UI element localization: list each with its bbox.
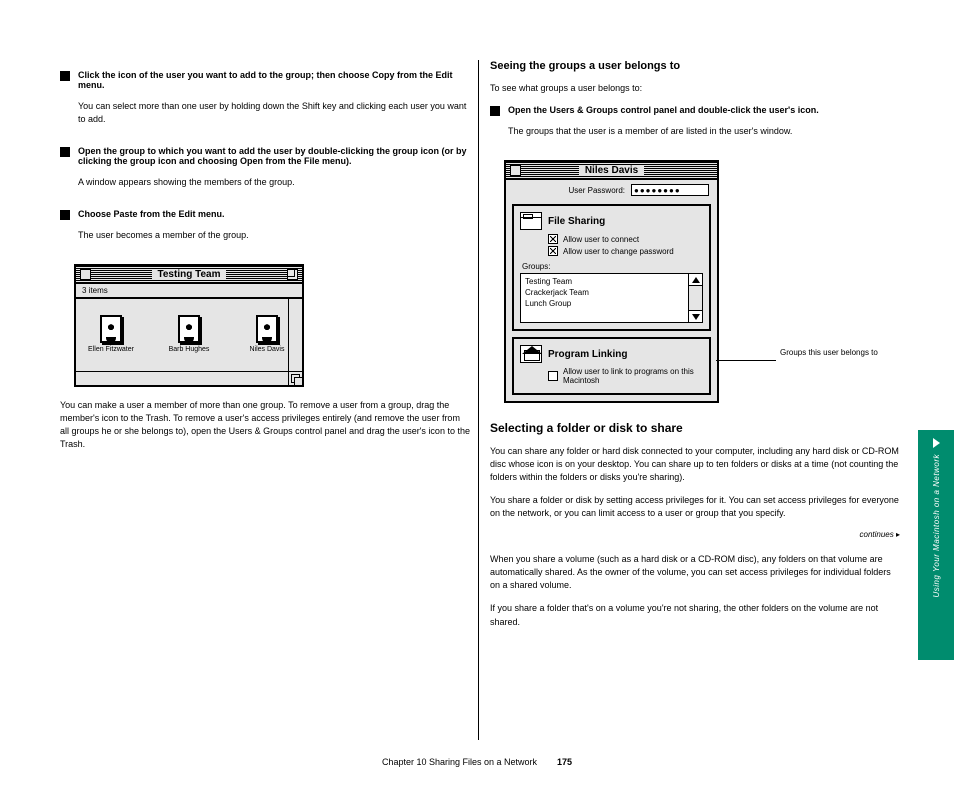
close-box-icon[interactable] — [510, 165, 521, 176]
column-divider — [478, 60, 479, 740]
groups-list-item[interactable]: Lunch Group — [525, 299, 684, 310]
selecting-p1: You can share any folder or hard disk co… — [490, 445, 900, 484]
user-icon — [100, 315, 122, 343]
file-sharing-section: File Sharing Allow user to connect Allow… — [512, 204, 711, 331]
tip-p2: If you share a folder that's on a volume… — [490, 602, 900, 628]
step-3-body: You can select more than one user by hol… — [78, 100, 470, 126]
user-icon — [256, 315, 278, 343]
allow-change-pw-label: Allow user to change password — [563, 247, 674, 256]
group-window: Testing Team 3 items Ellen Fitzwater Bar… — [74, 264, 304, 387]
folder-icon — [520, 212, 542, 230]
step-bullet-icon — [60, 71, 70, 81]
selecting-p2: You share a folder or disk by setting ac… — [490, 494, 900, 520]
group-members-row: Ellen Fitzwater Barb Hughes Niles Davis — [76, 299, 302, 378]
left-column: Click the icon of the user you want to a… — [60, 60, 470, 461]
scroll-down-icon[interactable] — [689, 310, 702, 322]
step-3-title: Click the icon of the user you want to a… — [78, 70, 470, 90]
footer-page-number: 175 — [557, 757, 572, 767]
callout-line — [716, 360, 776, 361]
member-name: Barb Hughes — [162, 346, 216, 354]
groups-list[interactable]: Testing Team Crackerjack Team Lunch Grou… — [521, 274, 688, 322]
password-field[interactable]: ●●●●●●●● — [631, 184, 709, 196]
footer-chapter-title: Chapter 10 Sharing Files on a Network — [382, 757, 537, 767]
step-5: Choose Paste from the Edit menu. The use… — [60, 209, 470, 252]
zoom-box-icon[interactable] — [287, 269, 298, 280]
allow-link-row[interactable]: Allow user to link to programs on this M… — [548, 367, 703, 385]
scrollbar-horizontal[interactable] — [76, 371, 288, 385]
selecting-heading: Selecting a folder or disk to share — [490, 421, 900, 435]
allow-change-pw-row[interactable]: Allow user to change password — [548, 246, 703, 256]
window-info-bar: 3 items — [76, 284, 302, 299]
member-item[interactable]: Barb Hughes — [162, 315, 216, 354]
remove-user-paragraph: You can make a user a member of more tha… — [60, 399, 470, 451]
groups-label: Groups: — [522, 262, 703, 271]
scrollbar-vertical[interactable] — [288, 299, 302, 371]
groups-callout: Groups this user belongs to — [780, 348, 930, 358]
step-4-body: A window appears showing the members of … — [78, 176, 470, 189]
window-title: Niles Davis — [579, 165, 644, 176]
checkbox-icon[interactable] — [548, 234, 558, 244]
groups-scrollbar[interactable] — [688, 274, 702, 322]
member-name: Ellen Fitzwater — [84, 346, 138, 354]
groups-list-item[interactable]: Crackerjack Team — [525, 288, 684, 299]
page-footer: Chapter 10 Sharing Files on a Network 17… — [0, 757, 954, 767]
step-bullet-icon — [60, 147, 70, 157]
seeing-heading: Seeing the groups a user belongs to — [490, 60, 900, 72]
tab-label: Using Your Macintosh on a Network — [932, 454, 941, 598]
groups-listbox: Testing Team Crackerjack Team Lunch Grou… — [520, 273, 703, 323]
step-open-user: Open the Users & Groups control panel an… — [490, 105, 900, 148]
tip-p1: When you share a volume (such as a hard … — [490, 553, 900, 592]
continue-arrow-icon: ▸ — [896, 530, 900, 539]
allow-connect-row[interactable]: Allow user to connect — [548, 234, 703, 244]
step-4: Open the group to which you want to add … — [60, 146, 470, 199]
window-title: Testing Team — [152, 269, 227, 280]
password-label: User Password: — [569, 186, 625, 195]
user-icon — [178, 315, 200, 343]
password-row: User Password: ●●●●●●●● — [506, 180, 717, 204]
seeing-intro: To see what groups a user belongs to: — [490, 82, 900, 95]
scroll-up-icon[interactable] — [689, 274, 702, 286]
step-bullet-icon — [60, 210, 70, 220]
allow-connect-label: Allow user to connect — [563, 235, 639, 244]
step-4-title: Open the group to which you want to add … — [78, 146, 470, 166]
close-box-icon[interactable] — [80, 269, 91, 280]
groups-list-item[interactable]: Testing Team — [525, 277, 684, 288]
allow-link-label: Allow user to link to programs on this M… — [563, 367, 703, 385]
grow-box-icon[interactable] — [288, 371, 302, 385]
step-bullet-icon — [490, 106, 500, 116]
window-titlebar[interactable]: Niles Davis — [506, 162, 717, 180]
right-column: Seeing the groups a user belongs to To s… — [490, 60, 900, 639]
checkbox-icon[interactable] — [548, 371, 558, 381]
house-icon — [520, 345, 542, 363]
step-3: Click the icon of the user you want to a… — [60, 70, 470, 136]
step-open-body: The groups that the user is a member of … — [508, 125, 900, 138]
checkbox-icon[interactable] — [548, 246, 558, 256]
file-sharing-title: File Sharing — [548, 216, 605, 227]
program-linking-section: Program Linking Allow user to link to pr… — [512, 337, 711, 395]
user-window: Niles Davis User Password: ●●●●●●●● File… — [504, 160, 719, 403]
step-open-title: Open the Users & Groups control panel an… — [508, 105, 900, 115]
chapter-side-tab: Using Your Macintosh on a Network — [918, 430, 954, 660]
member-item[interactable]: Niles Davis — [240, 315, 294, 354]
tab-arrow-icon — [933, 438, 940, 448]
window-titlebar[interactable]: Testing Team — [76, 266, 302, 284]
member-item[interactable]: Ellen Fitzwater — [84, 315, 138, 354]
continues-marker: continues ▸ — [490, 530, 900, 539]
program-linking-title: Program Linking — [548, 349, 627, 360]
step-5-body: The user becomes a member of the group. — [78, 229, 470, 242]
scroll-track[interactable] — [689, 286, 702, 310]
step-5-title: Choose Paste from the Edit menu. — [78, 209, 470, 219]
member-name: Niles Davis — [240, 346, 294, 354]
